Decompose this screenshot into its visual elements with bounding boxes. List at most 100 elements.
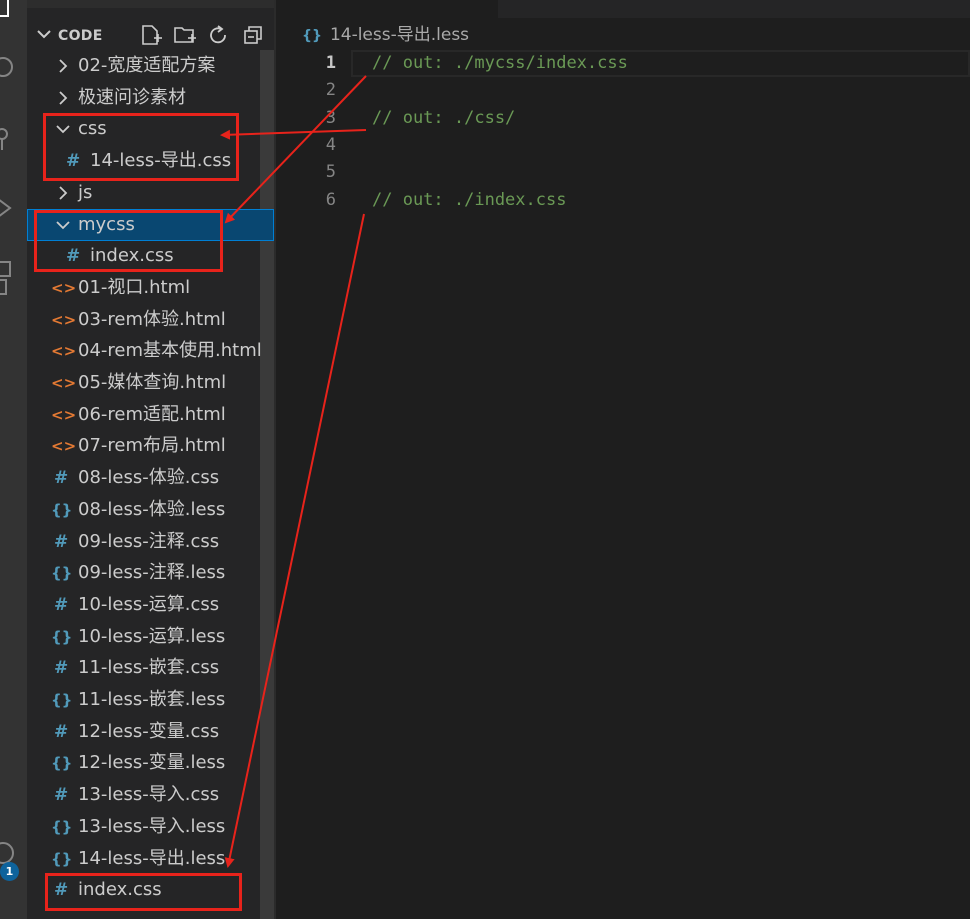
tree-file[interactable]: <> 05-媒体查询.html (27, 367, 274, 399)
code-line[interactable]: // out: ./css/ (372, 105, 515, 132)
sidebar-title-strip (27, 0, 274, 8)
notification-badge: 1 (0, 862, 19, 881)
run-debug-icon[interactable] (0, 193, 27, 223)
tree-file[interactable]: # index.css (27, 874, 274, 906)
css-file-icon: # (54, 468, 69, 489)
activity-bar: 1 (0, 0, 27, 919)
tree-file[interactable]: {} 10-less-运算.less (27, 621, 274, 653)
css-file-icon: # (66, 246, 81, 267)
tree-item-label: 11-less-嵌套.css (78, 657, 220, 679)
tree-file[interactable]: #09-less-注释.css (27, 526, 274, 558)
search-icon[interactable] (0, 52, 27, 82)
explorer-icon[interactable] (0, 0, 27, 30)
tree-item-label: index.css (78, 879, 162, 901)
tree-file[interactable]: <> 01-视口.html (27, 272, 274, 304)
tree-item-label: mycss (78, 213, 135, 235)
refresh-icon[interactable] (207, 23, 231, 47)
line-number: 1 (325, 53, 336, 73)
new-file-icon[interactable] (139, 23, 163, 47)
chevron-right-icon[interactable] (56, 59, 70, 73)
chevron-down-icon[interactable] (36, 26, 52, 42)
tree-folder[interactable]: 极速问诊素材 (27, 82, 274, 114)
tree-file[interactable]: #08-less-体验.css (27, 462, 274, 494)
collapse-all-icon[interactable] (241, 23, 265, 47)
less-file-icon: {} (51, 817, 73, 836)
new-folder-icon[interactable] (173, 23, 197, 47)
editor-tab-strip (276, 0, 970, 18)
tab-active[interactable] (276, 0, 498, 18)
tree-item-label: 10-less-运算.css (78, 593, 220, 615)
chevron-right-icon[interactable] (56, 91, 70, 105)
tree-file[interactable]: # index.css (27, 240, 274, 272)
tree-item-label: 13-less-导入.less (78, 815, 226, 837)
tree-file[interactable]: #12-less-变量.css (27, 716, 274, 748)
tree-folder[interactable]: mycss (27, 208, 274, 241)
tree-item-label: 04-rem基本使用.html (78, 340, 262, 362)
extensions-icon[interactable] (0, 258, 27, 295)
tree-file[interactable]: <> 03-rem体验.html (27, 304, 274, 336)
explorer-sidebar: CODE 02-宽度适配方案 极速问诊素材 css #14-less-导出.css js… (27, 0, 274, 919)
tree-item-label: 02-宽度适配方案 (78, 55, 216, 76)
html-file-icon: <> (51, 437, 77, 456)
line-number: 4 (325, 134, 336, 155)
tree-file[interactable]: <> 07-rem布局.html (27, 430, 274, 462)
tree-item-label: 12-less-变量.css (78, 720, 220, 742)
code-line[interactable]: // out: ./index.css (372, 187, 566, 214)
html-file-icon: <> (51, 278, 77, 297)
tree-item-label: js (78, 181, 93, 203)
tree-file[interactable]: #10-less-运算.css (27, 589, 274, 621)
breadcrumb-file: 14-less-导出.less (329, 25, 470, 45)
html-file-icon: <> (51, 310, 77, 329)
html-file-icon: <> (51, 342, 77, 361)
tree-item-label: 14-less-导出.css (90, 150, 232, 172)
tree-item-label: 06-rem适配.html (78, 403, 226, 425)
source-control-icon[interactable] (0, 122, 27, 152)
chevron-down-icon[interactable] (56, 122, 70, 136)
less-file-icon: {} (51, 691, 73, 709)
css-file-icon: # (54, 594, 69, 615)
less-file-icon: {} (302, 28, 322, 44)
tree-file[interactable]: <> 04-rem基本使用.html (27, 335, 274, 367)
tree-file[interactable]: #14-less-导出.css (27, 145, 274, 177)
tree-file[interactable]: {} 08-less-体验.less (27, 494, 274, 526)
chevron-right-icon[interactable] (56, 186, 70, 200)
css-file-icon: # (54, 880, 69, 901)
tree-item-label: 极速问诊素材 (78, 86, 186, 108)
tree-item-label: 09-less-注释.less (78, 562, 226, 584)
tree-file[interactable]: #11-less-嵌套.css (27, 652, 274, 684)
tree-file[interactable]: {} 13-less-导入.less (27, 811, 274, 843)
tree-item-label: 13-less-导入.css (78, 784, 220, 806)
html-file-icon: <> (51, 374, 77, 392)
explorer-section-header[interactable]: CODE (27, 20, 274, 50)
tree-file[interactable]: {} 14-less-导出.less (27, 843, 274, 875)
tree-file[interactable]: {} 09-less-注释.less (27, 557, 274, 589)
less-file-icon: {} (51, 564, 73, 583)
tree-item-label: 11-less-嵌套.less (78, 689, 226, 710)
tree-file[interactable]: {} 11-less-嵌套.less (27, 684, 274, 716)
tree-file[interactable]: <> 06-rem适配.html (27, 399, 274, 431)
less-file-icon: {} (51, 754, 73, 773)
tree-item-label: 14-less-导出.less (78, 847, 226, 869)
tree-item-label: 10-less-运算.less (78, 625, 226, 647)
tree-item-label: 01-视口.html (78, 276, 191, 298)
tree-file[interactable]: {} 12-less-变量.less (27, 747, 274, 779)
chevron-down-icon[interactable] (56, 218, 70, 232)
css-file-icon: # (54, 785, 69, 806)
css-file-icon: # (54, 658, 69, 679)
tree-folder[interactable]: 02-宽度适配方案 (27, 50, 274, 82)
code-line[interactable]: // out: ./mycss/index.css (372, 50, 628, 77)
breadcrumb[interactable]: {} 14-less-导出.less (302, 22, 469, 48)
tree-item-label: 12-less-变量.less (78, 752, 226, 774)
line-number: 3 (325, 107, 336, 128)
tree-item-label: 09-less-注释.css (78, 530, 220, 552)
editor-area: {} 14-less-导出.less 1 2 3 4 5 6 // out: ./mycss… (276, 0, 970, 919)
tree-file[interactable]: #13-less-导入.css (27, 779, 274, 811)
tree-item-label: index.css (90, 245, 174, 267)
tree-folder[interactable]: css (27, 113, 274, 145)
explorer-title: CODE (58, 28, 103, 44)
less-file-icon: {} (51, 849, 73, 868)
less-file-icon: {} (51, 500, 73, 519)
tree-folder[interactable]: js (27, 177, 274, 209)
less-file-icon: {} (51, 627, 73, 646)
tree-item-label: 07-rem布局.html (78, 435, 226, 457)
